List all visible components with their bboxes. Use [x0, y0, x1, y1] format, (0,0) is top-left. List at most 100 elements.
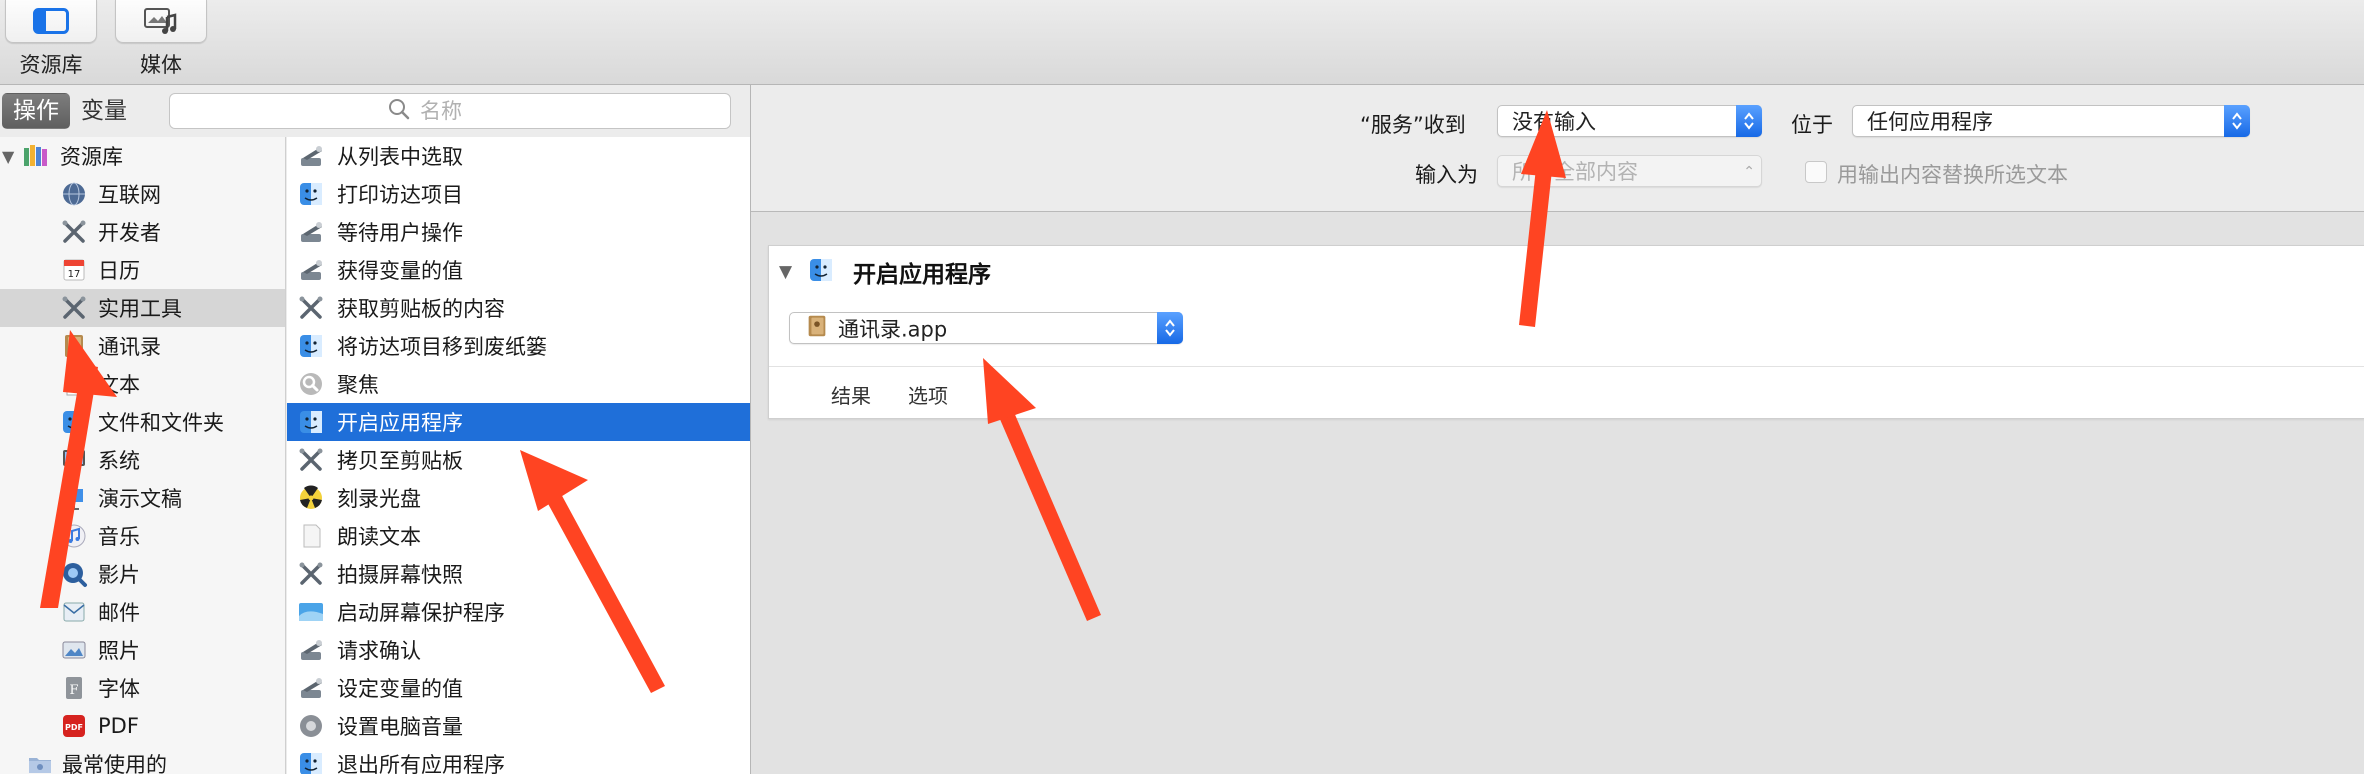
text-icon — [58, 370, 90, 398]
finder-icon — [295, 408, 327, 436]
workflow-canvas: ▼ 开启应用程序 通讯录.app 结果 选项 — [768, 245, 2364, 761]
action-item[interactable]: 刻录光盘 — [287, 479, 750, 517]
service-settings-panel: “服务”收到 没有输入 位于 任何应用程序 输入为 所有全部内容 ⌃ 用输出内容… — [751, 85, 2364, 212]
category-item[interactable]: 邮件 — [0, 593, 285, 631]
actions-variables-segmented-control: 操作 变量 — [0, 93, 138, 129]
action-list: 从列表中选取 打印访达项目 等待用户操作获得变量的值 获取剪贴板的内容将访达项目移到废… — [287, 137, 750, 774]
input-is-value: 所有全部内容 — [1512, 160, 1638, 184]
tools-icon — [295, 560, 327, 588]
category-item[interactable]: 照片 — [0, 631, 285, 669]
photos-icon — [58, 636, 90, 664]
category-label: 日历 — [98, 259, 140, 283]
toolbar: 资源库 媒体 — [0, 0, 2364, 85]
action-label: 从列表中选取 — [337, 145, 463, 169]
tools-icon — [58, 294, 90, 322]
category-item[interactable]: 音乐 — [0, 517, 285, 555]
category-label: 互联网 — [98, 183, 161, 207]
finder-icon — [295, 180, 327, 208]
action-item[interactable]: 获得变量的值 — [287, 251, 750, 289]
action-item[interactable]: 请求确认 — [287, 631, 750, 669]
category-label: PDF — [98, 714, 139, 738]
action-label: 将访达项目移到废纸篓 — [337, 335, 547, 359]
category-item[interactable]: 互联网 — [0, 175, 285, 213]
category-item[interactable]: 演示文稿 — [0, 479, 285, 517]
in-application-popup[interactable]: 任何应用程序 — [1852, 105, 2250, 137]
action-item[interactable]: 将访达项目移到废纸篓 — [287, 327, 750, 365]
action-item[interactable]: 朗读文本 — [287, 517, 750, 555]
workflow-area: “服务”收到 没有输入 位于 任何应用程序 输入为 所有全部内容 ⌃ 用输出内容… — [751, 85, 2364, 774]
action-label: 等待用户操作 — [337, 221, 463, 245]
burn-icon — [295, 484, 327, 512]
finder-icon — [295, 332, 327, 360]
category-label: 字体 — [98, 677, 140, 701]
action-label: 启动屏幕保护程序 — [337, 601, 505, 625]
category-item[interactable]: 实用工具 — [0, 289, 285, 327]
category-label: 影片 — [98, 563, 140, 587]
action-item[interactable]: 聚焦 — [287, 365, 750, 403]
action-item[interactable]: 设置电脑音量 — [287, 707, 750, 745]
category-label: 文件和文件夹 — [98, 411, 224, 435]
category-item[interactable]: 通讯录 — [0, 327, 285, 365]
category-item[interactable]: 开发者 — [0, 213, 285, 251]
automator-icon — [295, 256, 327, 284]
actions-tab[interactable]: 操作 — [2, 93, 70, 129]
in-application-value: 任何应用程序 — [1867, 110, 1993, 134]
finder-icon — [295, 750, 327, 774]
action-label: 退出所有应用程序 — [337, 753, 505, 774]
action-card-open-application[interactable]: ▼ 开启应用程序 通讯录.app 结果 选项 — [768, 245, 2364, 419]
screensaver-icon — [295, 598, 327, 626]
library-toggle-label: 资源库 — [19, 53, 83, 77]
application-popup[interactable]: 通讯录.app — [789, 312, 1183, 344]
category-item[interactable]: PDF — [0, 707, 285, 745]
action-label: 刻录光盘 — [337, 487, 421, 511]
action-item[interactable]: 退出所有应用程序 — [287, 745, 750, 774]
action-item[interactable]: 拷贝至剪贴板 — [287, 441, 750, 479]
tools-icon — [295, 446, 327, 474]
library-toggle-button[interactable]: 资源库 — [5, 0, 97, 79]
category-item[interactable]: 系统 — [0, 441, 285, 479]
action-label: 聚焦 — [337, 373, 379, 397]
category-item[interactable]: 文本 — [0, 365, 285, 403]
search-input[interactable] — [418, 98, 512, 124]
automator-icon — [295, 218, 327, 246]
recently-used-item[interactable]: 最常使用的 — [0, 745, 285, 774]
options-tab[interactable]: 选项 — [908, 380, 948, 409]
category-item[interactable]: 文件和文件夹 — [0, 403, 285, 441]
category-item[interactable]: 字体 — [0, 669, 285, 707]
action-item[interactable]: 等待用户操作 — [287, 213, 750, 251]
action-label: 开启应用程序 — [337, 411, 463, 435]
library-root-item[interactable]: ▼ 资源库 — [0, 137, 285, 175]
action-item[interactable]: 获取剪贴板的内容 — [287, 289, 750, 327]
pdf-icon — [58, 712, 90, 740]
action-label: 打印访达项目 — [337, 183, 463, 207]
service-receives-label: “服务”收到 — [1360, 113, 1466, 137]
document-icon — [295, 522, 327, 550]
action-item[interactable]: 打印访达项目 — [287, 175, 750, 213]
category-item[interactable]: 影片 — [0, 555, 285, 593]
category-label: 开发者 — [98, 221, 161, 245]
action-item[interactable]: 启动屏幕保护程序 — [287, 593, 750, 631]
search-field[interactable] — [169, 93, 731, 129]
service-receives-popup[interactable]: 没有输入 — [1497, 105, 1762, 137]
collapse-triangle-icon[interactable]: ▼ — [779, 262, 801, 282]
action-item[interactable]: 从列表中选取 — [287, 137, 750, 175]
media-button[interactable]: 媒体 — [115, 0, 207, 79]
input-is-popup[interactable]: 所有全部内容 ⌃ — [1497, 155, 1762, 187]
results-tab[interactable]: 结果 — [831, 380, 871, 409]
replace-selected-text-label: 用输出内容替换所选文本 — [1837, 163, 2068, 187]
disclosure-triangle-icon[interactable]: ▼ — [2, 147, 20, 166]
category-item[interactable]: 日历 — [0, 251, 285, 289]
automator-icon — [295, 636, 327, 664]
action-label: 请求确认 — [337, 639, 421, 663]
action-item[interactable]: 设定变量的值 — [287, 669, 750, 707]
input-is-label: 输入为 — [1415, 163, 1478, 187]
action-item[interactable]: 开启应用程序 — [287, 403, 750, 441]
automator-icon — [295, 674, 327, 702]
variables-tab[interactable]: 变量 — [70, 93, 138, 129]
category-label: 通讯录 — [98, 335, 161, 359]
library-panel: 操作 变量 ▼ 资源库 互联网开发者日历实用工具通讯录文本文件和文件夹系统演示文… — [0, 85, 751, 774]
replace-selected-text-checkbox[interactable] — [1805, 161, 1827, 183]
category-label: 照片 — [98, 639, 140, 663]
music-icon — [58, 522, 90, 550]
action-item[interactable]: 拍摄屏幕快照 — [287, 555, 750, 593]
